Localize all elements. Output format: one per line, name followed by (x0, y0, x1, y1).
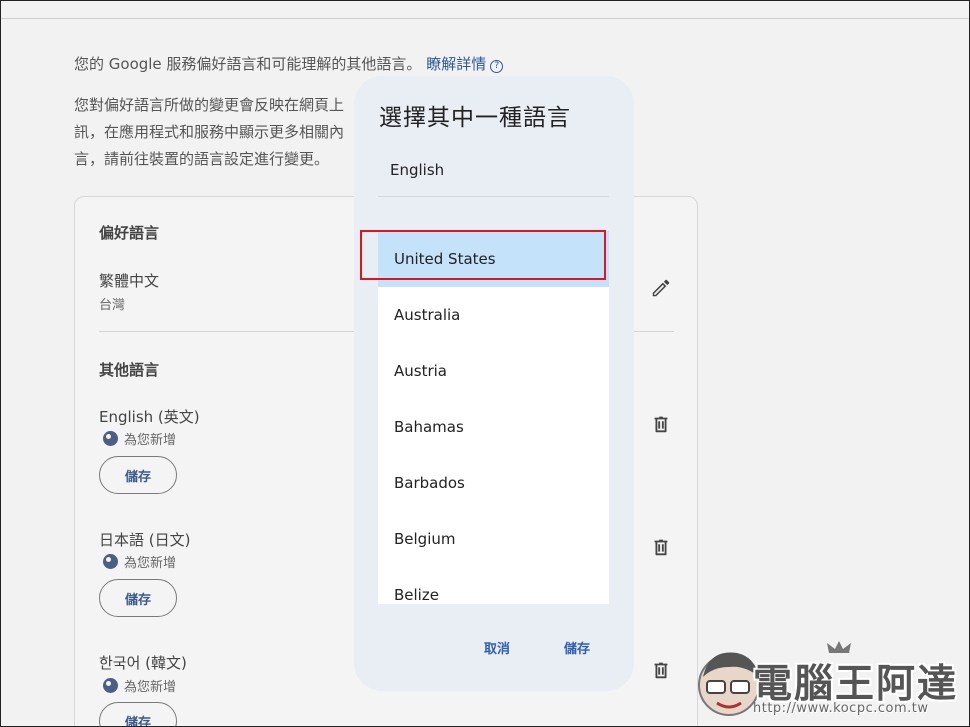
dialog-selected-language[interactable]: English (390, 161, 444, 179)
added-note-text: 為您新增 (124, 433, 177, 448)
intro-text: 您的 Google 服務偏好語言和可能理解的其他語言。 瞭解詳情? (74, 53, 504, 74)
save-language-button[interactable]: 儲存 (99, 456, 177, 494)
region-option-united-states[interactable]: United States (378, 231, 609, 287)
preferred-language-name: 繁體中文 (99, 272, 160, 290)
intro-line-1: 您對偏好語言所做的變更會反映在網頁上 (74, 96, 345, 114)
globe-sparkle-icon (103, 431, 118, 446)
region-option-belgium[interactable]: Belgium (378, 511, 609, 567)
intro-line-3: 言，請前往裝置的語言設定進行變更。 (74, 150, 330, 168)
choose-language-dialog: 選擇其中一種語言 English United States Australia… (354, 76, 634, 691)
screen: 您的 Google 服務偏好語言和可能理解的其他語言。 瞭解詳情? 您對偏好語言… (0, 0, 970, 727)
save-language-button[interactable]: 儲存 (99, 579, 177, 617)
delete-trash-icon[interactable] (650, 413, 672, 435)
edit-pencil-icon[interactable] (650, 277, 672, 299)
region-list[interactable]: United States Australia Austria Bahamas … (378, 231, 609, 604)
intro-paragraph: 您對偏好語言所做的變更會反映在網頁上 訊，在應用程式和服務中顯示更多相關內 言，… (74, 92, 374, 173)
added-note-text: 為您新增 (124, 556, 177, 571)
help-icon[interactable]: ? (490, 60, 504, 73)
preferred-language-title: 偏好語言 (99, 224, 160, 242)
other-language-name: 日本語 (日文) (99, 531, 191, 549)
intro-line-2: 訊，在應用程式和服務中顯示更多相關內 (74, 123, 345, 141)
dialog-title: 選擇其中一種語言 (379, 105, 571, 131)
delete-trash-icon[interactable] (650, 659, 672, 681)
intro-description: 您的 Google 服務偏好語言和可能理解的其他語言。 (74, 55, 422, 73)
cancel-button[interactable]: 取消 (484, 638, 510, 657)
other-language-name: English (英文) (99, 408, 200, 426)
other-language-name: 한국어 (韓文) (99, 654, 187, 672)
region-option-bahamas[interactable]: Bahamas (378, 399, 609, 455)
learn-more-link[interactable]: 瞭解詳情 (426, 55, 486, 73)
region-option-belize[interactable]: Belize (378, 567, 609, 604)
added-for-you-note: 為您新增 (103, 429, 176, 448)
watermark-url: http://www.kocpc.com.tw (753, 701, 929, 716)
region-option-austria[interactable]: Austria (378, 343, 609, 399)
added-for-you-note: 為您新增 (103, 552, 176, 571)
globe-sparkle-icon (103, 554, 118, 569)
added-for-you-note: 為您新增 (103, 676, 176, 695)
dialog-language-divider (378, 196, 609, 197)
header-divider (1, 18, 969, 19)
save-language-button[interactable]: 儲存 (99, 702, 177, 726)
globe-sparkle-icon (103, 678, 118, 693)
region-option-australia[interactable]: Australia (378, 287, 609, 343)
preferred-language-region: 台灣 (99, 298, 126, 313)
added-note-text: 為您新增 (124, 680, 177, 695)
region-option-barbados[interactable]: Barbados (378, 455, 609, 511)
save-button[interactable]: 儲存 (564, 638, 590, 657)
other-languages-title: 其他語言 (99, 361, 160, 379)
delete-trash-icon[interactable] (650, 536, 672, 558)
